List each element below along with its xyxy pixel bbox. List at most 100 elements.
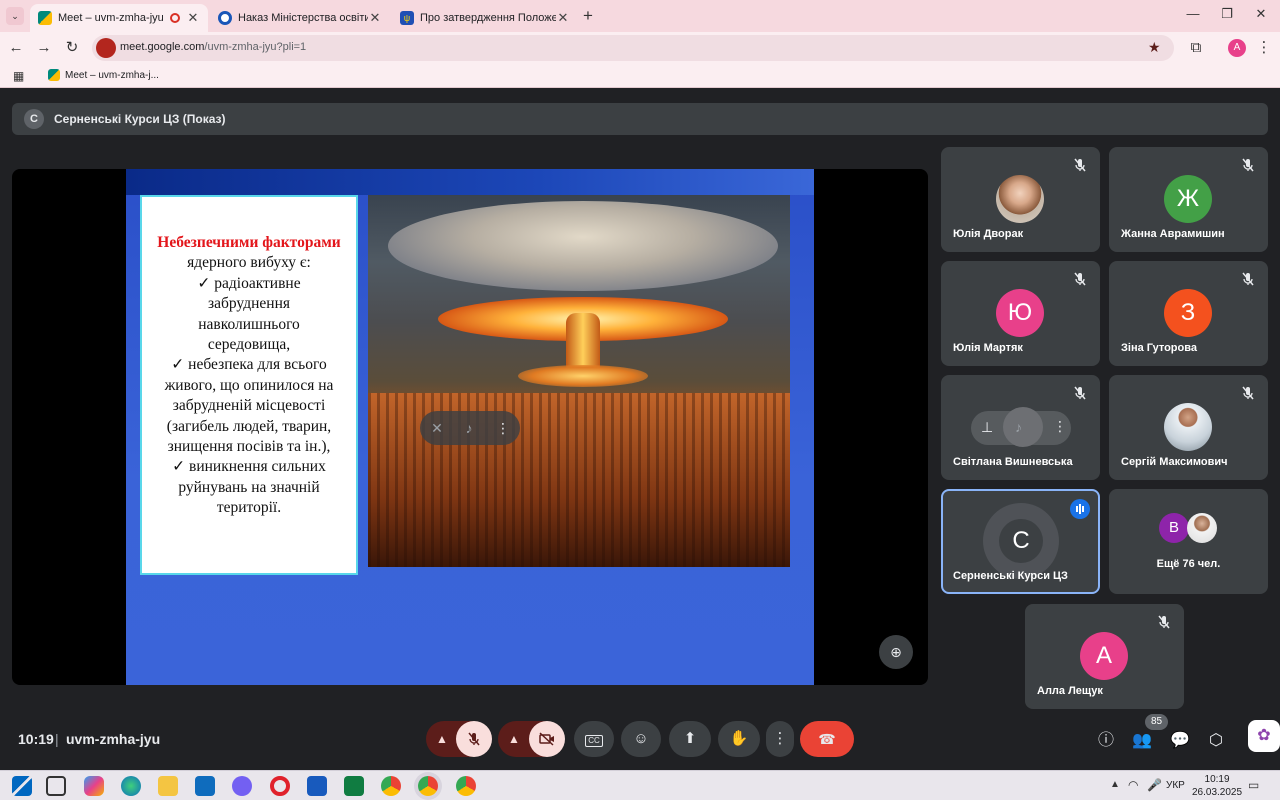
profile-avatar[interactable]: A: [1228, 39, 1246, 57]
slide-line: ✓ виникнення сильних: [172, 458, 326, 476]
bookmark-label: Meet – uvm-zmha-j...: [65, 69, 159, 81]
apps-grid-icon[interactable]: ▦: [13, 69, 24, 83]
leave-call-button[interactable]: ☎: [800, 721, 854, 757]
close-tab-icon[interactable]: ✕: [186, 10, 200, 26]
participant-tile[interactable]: Сергій Максимович: [1109, 375, 1268, 480]
chrome-profile-icon[interactable]: [456, 776, 476, 796]
slide-header-decoration: [126, 169, 814, 195]
system-clock[interactable]: 10:19 26.03.2025: [1192, 773, 1242, 799]
maximize-icon[interactable]: ❐: [1212, 6, 1242, 26]
tab-order[interactable]: Наказ Міністерства освіти і на ✕: [210, 4, 390, 32]
slide-line: живого, що опинилося на: [164, 376, 334, 394]
zoom-in-icon[interactable]: ⊕: [879, 635, 913, 669]
bookmark-meet[interactable]: Meet – uvm-zmha-j...: [48, 69, 159, 81]
wifi-icon[interactable]: ◠: [1128, 778, 1138, 792]
windows-start-icon[interactable]: [12, 776, 32, 796]
tab-search-button[interactable]: ⌄: [6, 7, 24, 25]
mute-participant-icon[interactable]: ♪: [1015, 419, 1022, 435]
new-tab-icon[interactable]: +: [578, 6, 598, 26]
participant-name: Юлія Дворак: [953, 228, 1024, 240]
meet-favicon-icon: [38, 11, 52, 25]
site-favicon-icon: [218, 11, 232, 25]
mute-off-icon[interactable]: ♪: [460, 419, 478, 437]
word-icon[interactable]: [307, 776, 327, 796]
participant-name: Алла Лещук: [1037, 685, 1103, 697]
captions-button[interactable]: CC: [574, 721, 614, 757]
file-explorer-icon[interactable]: [158, 776, 178, 796]
participant-avatar: [1003, 407, 1043, 447]
participant-name: Серненські Курси ЦЗ: [953, 570, 1068, 582]
tab-regulation[interactable]: ψ Про затвердження Положення ✕: [392, 4, 578, 32]
more-options-icon[interactable]: ⋮: [494, 419, 512, 437]
present-button[interactable]: ⬆: [669, 721, 711, 757]
slide-heading: Небезпечними факторами: [157, 234, 341, 251]
back-icon[interactable]: ←: [6, 38, 26, 58]
presentation-stage[interactable]: Небезпечними факторами ядерного вибуху є…: [12, 169, 928, 685]
tab-meet[interactable]: Meet – uvm-zmha-jyu ✕: [30, 4, 208, 32]
participant-avatar: Ж: [1164, 175, 1212, 223]
more-participants-label: Ещё 76 чел.: [1156, 558, 1221, 570]
reload-icon[interactable]: ↻: [62, 38, 82, 58]
microphone-in-use-icon[interactable]: [96, 38, 116, 58]
copilot-icon[interactable]: [84, 776, 104, 796]
mic-off-icon: [1240, 385, 1256, 401]
camera-off-icon: [539, 732, 554, 746]
presentation-bar: С Серненські Курси ЦЗ (Показ): [12, 103, 1268, 135]
keyboard-language[interactable]: УКР: [1166, 780, 1185, 791]
people-count-badge: 85: [1145, 714, 1169, 730]
close-window-icon[interactable]: ✕: [1246, 6, 1276, 26]
participant-tile[interactable]: Ю Юлія Мартяк: [941, 261, 1100, 366]
participant-name: Юлія Мартяк: [953, 342, 1023, 354]
excel-icon[interactable]: [344, 776, 364, 796]
opera-icon[interactable]: [270, 776, 290, 796]
meet-window: С Серненські Курси ЦЗ (Показ) Небезпечни…: [0, 89, 1280, 770]
raise-hand-button[interactable]: ✋: [718, 721, 760, 757]
camera-toggle-button[interactable]: [529, 721, 565, 757]
meeting-info-icon[interactable]: ⓘ: [1094, 729, 1118, 753]
url-text: meet.google.com/uvm-zmha-jyu?pli=1: [120, 41, 307, 53]
more-options-button[interactable]: ⋮: [766, 721, 794, 757]
browser-menu-icon[interactable]: ⋮: [1254, 38, 1274, 58]
slide-line: забруднення: [208, 295, 290, 313]
participant-tile[interactable]: Юлія Дворак: [941, 147, 1100, 252]
pin-icon[interactable]: ⊥: [981, 419, 993, 436]
microphone-icon[interactable]: 🎤: [1147, 778, 1162, 792]
notifications-icon[interactable]: ▭: [1248, 778, 1259, 792]
extensions-icon[interactable]: ⧉: [1186, 38, 1206, 58]
bookmark-star-icon[interactable]: ★: [1148, 39, 1161, 56]
microphone-toggle-button[interactable]: [456, 721, 492, 757]
forward-icon[interactable]: →: [34, 38, 54, 58]
chrome-profile-icon[interactable]: [418, 776, 438, 796]
chrome-icon[interactable]: [381, 776, 401, 796]
end-call-icon: ☎: [818, 731, 836, 747]
tab-title: Наказ Міністерства освіти і на: [238, 12, 368, 24]
mic-off-icon: [1156, 614, 1172, 630]
participant-tile[interactable]: З Зіна Гуторова: [1109, 261, 1268, 366]
participant-tile-speaking[interactable]: С Серненські Курси ЦЗ: [941, 489, 1100, 594]
task-view-icon[interactable]: [46, 776, 66, 796]
edge-icon[interactable]: [121, 776, 141, 796]
close-tab-icon[interactable]: ✕: [368, 10, 382, 26]
people-icon[interactable]: 👥: [1130, 729, 1154, 753]
mic-off-icon: [1072, 271, 1088, 287]
mic-off-icon: [1072, 385, 1088, 401]
reactions-button[interactable]: ☺: [621, 721, 661, 757]
pin-off-icon[interactable]: ✕: [428, 419, 446, 437]
more-options-icon[interactable]: ⋮: [1053, 418, 1067, 435]
outlook-icon[interactable]: [195, 776, 215, 796]
gemini-icon[interactable]: ✿: [1248, 720, 1280, 752]
slide-line: ядерного вибуху є:: [187, 254, 311, 272]
activities-icon[interactable]: ⬡: [1204, 729, 1228, 753]
close-tab-icon[interactable]: ✕: [556, 10, 570, 26]
participant-name: Світлана Вишневська: [953, 456, 1073, 468]
address-bar[interactable]: meet.google.com/uvm-zmha-jyu?pli=1 ★: [92, 35, 1174, 61]
chat-icon[interactable]: 💬: [1168, 729, 1192, 753]
participant-tile[interactable]: А Алла Лещук: [1025, 604, 1184, 709]
browser-toolbar: ← → ↻ meet.google.com/uvm-zmha-jyu?pli=1…: [0, 32, 1280, 64]
more-participants-tile[interactable]: В Ещё 76 чел.: [1109, 489, 1268, 594]
participant-tile[interactable]: Ж Жанна Аврамишин: [1109, 147, 1268, 252]
participant-tile[interactable]: ⊥ ♪ ⋮ Світлана Вишневська: [941, 375, 1100, 480]
chevron-up-icon[interactable]: ▲: [1110, 779, 1120, 790]
minimize-icon[interactable]: —: [1178, 6, 1208, 26]
viber-icon[interactable]: [232, 776, 252, 796]
